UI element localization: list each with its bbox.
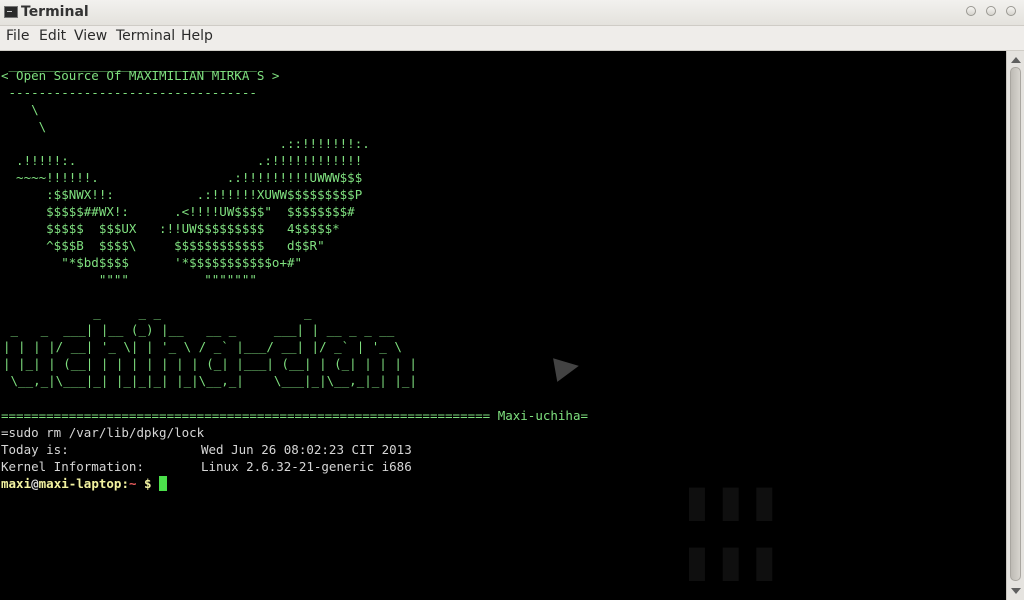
menu-bar: File Edit View Terminal Help	[0, 26, 1024, 51]
scroll-down-icon[interactable]	[1011, 588, 1021, 594]
banner-line: _ _ ___| |__ (_) |__ __ _ ___| | __ _ _ …	[3, 322, 395, 337]
background-wallpaper: ▮▮▮ ▮▮▮	[680, 468, 782, 593]
terminal-icon	[4, 6, 18, 18]
text-cursor	[159, 476, 168, 491]
mouse-pointer-icon	[553, 354, 581, 382]
banner-line: _ _ _ _	[3, 305, 312, 320]
ascii-art-line: ~~~~!!!!!!. .:!!!!!!!!!UWWW$$$	[1, 170, 363, 185]
cow-bubble-bottom: ---------------------------------	[1, 85, 257, 100]
ascii-art-line: """" """""""	[1, 272, 257, 287]
shell-prompt[interactable]: maxi@maxi-laptop:~ $	[1, 475, 168, 492]
menu-file[interactable]: File	[6, 28, 29, 44]
close-icon[interactable]	[1006, 6, 1016, 16]
ascii-art-line: $$$$$ $$$UX :!!UW$$$$$$$$$ 4$$$$$*	[1, 221, 340, 236]
cow-bubble-message: < Open Source Of MAXIMILIAN MIRKA S >	[1, 68, 280, 83]
ascii-art-line: :$$NWX!!: .:!!!!!!XUWW$$$$$$$$$P	[1, 187, 363, 202]
banner-line: \__,_|\___|_| |_|_|_| |_|\__,_| \___|_|\…	[3, 373, 417, 388]
kernel-value: Linux 2.6.32-21-generic i686	[201, 459, 412, 474]
ascii-art-line: \	[1, 119, 47, 134]
today-label: Today is:	[1, 442, 69, 457]
prompt-user: maxi	[1, 476, 32, 491]
minimize-icon[interactable]	[966, 6, 976, 16]
window-title: Terminal	[21, 4, 89, 20]
banner-line: | | | |/ __| '_ \| | '_ \ / _` |___/ __|…	[3, 339, 402, 354]
kernel-label: Kernel Information:	[1, 459, 144, 474]
prompt-path: ~	[128, 476, 137, 491]
ascii-art-line: $$$$$##WX!: .<!!!!UW$$$$" $$$$$$$$#	[1, 204, 355, 219]
prompt-at: @	[31, 476, 39, 491]
title-bar[interactable]: Terminal	[0, 0, 1024, 26]
ascii-art-line: "*$bd$$$$ '*$$$$$$$$$$$o+#"	[1, 255, 303, 270]
menu-help[interactable]: Help	[181, 28, 213, 44]
menu-edit[interactable]: Edit	[39, 28, 66, 44]
prompt-host: maxi-laptop	[38, 476, 122, 491]
separator-line: ========================================…	[1, 408, 588, 423]
command-line: =sudo rm /var/lib/dpkg/lock	[1, 425, 205, 440]
terminal-area[interactable]: ▮▮▮ ▮▮▮ _________________________________…	[0, 51, 1006, 600]
ascii-art-line: ^$$$B $$$$\ $$$$$$$$$$$$ d$$R"	[1, 238, 325, 253]
ascii-art-line: .::!!!!!!!:.	[1, 136, 370, 151]
banner-line: | |_| | (__| | | | | | | | (_| |___| (__…	[3, 356, 417, 371]
scrollbar-thumb[interactable]	[1010, 67, 1021, 581]
maximize-icon[interactable]	[986, 6, 996, 16]
scroll-up-icon[interactable]	[1011, 57, 1021, 63]
prompt-colon: :	[121, 476, 129, 491]
prompt-symbol: $	[144, 476, 152, 491]
vertical-scrollbar[interactable]	[1006, 51, 1024, 600]
menu-terminal[interactable]: Terminal	[116, 28, 175, 44]
ascii-art-line: .!!!!!:. .:!!!!!!!!!!!!	[1, 153, 363, 168]
menu-view[interactable]: View	[74, 28, 107, 44]
ascii-art-line: \	[1, 102, 39, 117]
today-value: Wed Jun 26 08:02:23 CIT 2013	[201, 442, 412, 457]
